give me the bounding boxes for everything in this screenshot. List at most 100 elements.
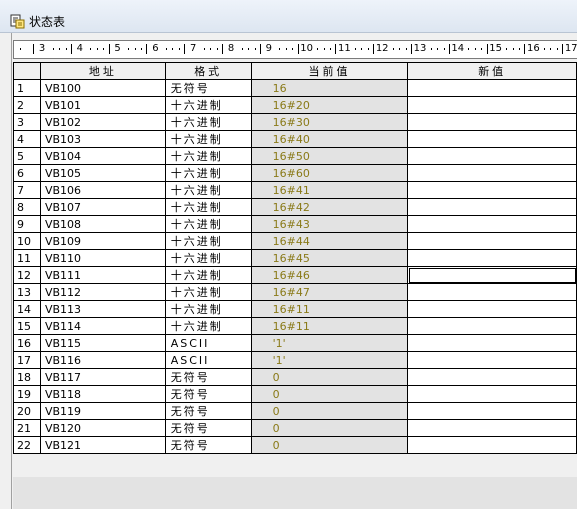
format-cell[interactable]: 十六进制 [164,181,252,199]
format-cell[interactable]: ASCII [164,351,252,369]
corner-cell[interactable] [13,62,41,80]
row-number[interactable]: 11 [13,249,41,267]
address-cell[interactable]: VB119 [39,402,166,420]
table-row[interactable]: 11 VB110 十六进制 16#45 [13,249,577,267]
new-value-cell[interactable] [407,130,577,148]
address-cell[interactable]: VB106 [39,181,166,199]
row-number[interactable]: 1 [13,79,41,97]
format-cell[interactable]: 十六进制 [164,232,252,250]
new-value-cell[interactable] [407,351,577,369]
address-cell[interactable]: VB116 [39,351,166,369]
address-cell[interactable]: VB109 [39,232,166,250]
format-cell[interactable]: 十六进制 [164,249,252,267]
format-cell[interactable]: 十六进制 [164,198,252,216]
new-value-cell[interactable] [407,266,577,284]
column-header-current-value[interactable]: 当前值 [250,62,409,80]
table-row[interactable]: 3 VB102 十六进制 16#30 [13,113,577,131]
format-cell[interactable]: 十六进制 [164,147,252,165]
format-cell[interactable]: 十六进制 [164,300,252,318]
new-value-cell[interactable] [407,419,577,437]
format-cell[interactable]: 十六进制 [164,113,252,131]
address-cell[interactable]: VB102 [39,113,166,131]
format-cell[interactable]: 无符号 [164,402,252,420]
address-cell[interactable]: VB120 [39,419,166,437]
row-number[interactable]: 4 [13,130,41,148]
new-value-cell[interactable] [407,300,577,318]
window-tab[interactable]: 状态表 [10,10,65,32]
new-value-cell[interactable] [407,198,577,216]
format-cell[interactable]: 无符号 [164,368,252,386]
format-cell[interactable]: 十六进制 [164,164,252,182]
format-cell[interactable]: 十六进制 [164,317,252,335]
format-cell[interactable]: ASCII [164,334,252,352]
column-header-address[interactable]: 地址 [39,62,166,80]
column-header-format[interactable]: 格式 [164,62,252,80]
new-value-cell[interactable] [407,164,577,182]
table-row[interactable]: 6 VB105 十六进制 16#60 [13,164,577,182]
address-cell[interactable]: VB115 [39,334,166,352]
address-cell[interactable]: VB114 [39,317,166,335]
address-cell[interactable]: VB108 [39,215,166,233]
table-row[interactable]: 16 VB115 ASCII '1' [13,334,577,352]
new-value-cell[interactable] [407,317,577,335]
new-value-cell[interactable] [407,215,577,233]
table-row[interactable]: 4 VB103 十六进制 16#40 [13,130,577,148]
address-cell[interactable]: VB121 [39,436,166,454]
address-cell[interactable]: VB105 [39,164,166,182]
table-row[interactable]: 7 VB106 十六进制 16#41 [13,181,577,199]
format-cell[interactable]: 无符号 [164,436,252,454]
row-number[interactable]: 22 [13,436,41,454]
address-cell[interactable]: VB111 [39,266,166,284]
table-row[interactable]: 13 VB112 十六进制 16#47 [13,283,577,301]
format-cell[interactable]: 十六进制 [164,130,252,148]
new-value-cell[interactable] [407,147,577,165]
table-row[interactable]: 1 VB100 无符号 16 [13,79,577,97]
row-number[interactable]: 10 [13,232,41,250]
table-row[interactable]: 9 VB108 十六进制 16#43 [13,215,577,233]
new-value-cell[interactable] [407,334,577,352]
table-row[interactable]: 15 VB114 十六进制 16#11 [13,317,577,335]
row-number[interactable]: 5 [13,147,41,165]
row-number[interactable]: 18 [13,368,41,386]
format-cell[interactable]: 无符号 [164,385,252,403]
format-cell[interactable]: 无符号 [164,419,252,437]
format-cell[interactable]: 十六进制 [164,215,252,233]
row-number[interactable]: 16 [13,334,41,352]
row-number[interactable]: 17 [13,351,41,369]
address-cell[interactable]: VB117 [39,368,166,386]
address-cell[interactable]: VB104 [39,147,166,165]
table-row[interactable]: 21 VB120 无符号 0 [13,419,577,437]
row-number[interactable]: 13 [13,283,41,301]
format-cell[interactable]: 十六进制 [164,266,252,284]
new-value-cell[interactable] [407,232,577,250]
table-row[interactable]: 22 VB121 无符号 0 [13,436,577,454]
table-row[interactable]: 2 VB101 十六进制 16#20 [13,96,577,114]
table-row[interactable]: 19 VB118 无符号 0 [13,385,577,403]
address-cell[interactable]: VB113 [39,300,166,318]
address-cell[interactable]: VB100 [39,79,166,97]
row-number[interactable]: 6 [13,164,41,182]
row-number[interactable]: 19 [13,385,41,403]
new-value-cell[interactable] [407,181,577,199]
address-cell[interactable]: VB101 [39,96,166,114]
row-number[interactable]: 12 [13,266,41,284]
table-row[interactable]: 18 VB117 无符号 0 [13,368,577,386]
row-number[interactable]: 7 [13,181,41,199]
row-number[interactable]: 14 [13,300,41,318]
address-cell[interactable]: VB118 [39,385,166,403]
row-number[interactable]: 2 [13,96,41,114]
row-number[interactable]: 3 [13,113,41,131]
new-value-cell[interactable] [407,113,577,131]
new-value-cell[interactable] [407,385,577,403]
format-cell[interactable]: 十六进制 [164,283,252,301]
table-row[interactable]: 10 VB109 十六进制 16#44 [13,232,577,250]
new-value-cell[interactable] [407,402,577,420]
format-cell[interactable]: 十六进制 [164,96,252,114]
table-row[interactable]: 14 VB113 十六进制 16#11 [13,300,577,318]
address-cell[interactable]: VB107 [39,198,166,216]
table-row[interactable]: 17 VB116 ASCII '1' [13,351,577,369]
address-cell[interactable]: VB112 [39,283,166,301]
format-cell[interactable]: 无符号 [164,79,252,97]
address-cell[interactable]: VB110 [39,249,166,267]
row-number[interactable]: 15 [13,317,41,335]
